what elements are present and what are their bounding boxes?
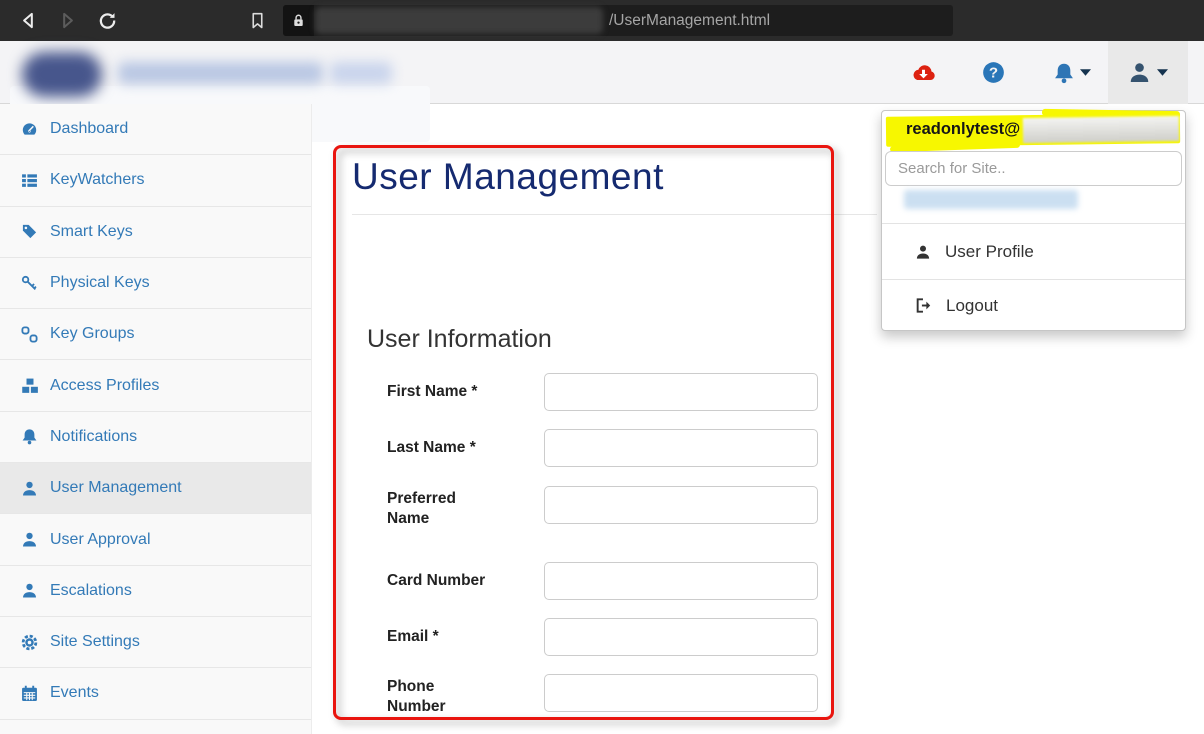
- site-search-input[interactable]: [885, 151, 1182, 186]
- sidebar-item-smart-keys[interactable]: Smart Keys: [0, 207, 311, 258]
- logo-redaction-oval: [22, 52, 102, 97]
- sidebar-item-site-settings[interactable]: Site Settings: [0, 617, 311, 668]
- logo-redaction-text: [118, 62, 323, 84]
- reload-icon[interactable]: [89, 0, 125, 41]
- phone-number-field[interactable]: [544, 674, 818, 712]
- sidebar-item-label: Dashboard: [50, 120, 128, 138]
- user-icon: [1128, 61, 1151, 84]
- cubes-icon: [21, 377, 50, 395]
- tag-icon: [21, 223, 50, 240]
- user-dropdown-menu: readonlytest@ User Profile Logout: [881, 110, 1186, 331]
- sidebar-item-label: Notifications: [50, 428, 137, 446]
- sidebar-item-label: Access Profiles: [50, 377, 159, 395]
- phone-number-label: Phone Number: [387, 677, 491, 717]
- email-label: Email *: [387, 627, 491, 647]
- sidebar-item-label: Events: [50, 684, 99, 702]
- question-circle-icon: ?: [982, 61, 1005, 84]
- calendar-icon: [21, 685, 50, 702]
- help-button[interactable]: ?: [973, 41, 1013, 104]
- notifications-button[interactable]: [1042, 41, 1102, 104]
- title-divider: [352, 214, 877, 215]
- logout-menu-item[interactable]: Logout: [882, 280, 1185, 331]
- sidebar-item-label: Key Groups: [50, 325, 134, 343]
- logout-label: Logout: [946, 296, 998, 316]
- sidebar-item-access-profiles[interactable]: Access Profiles: [0, 360, 311, 411]
- card-number-field[interactable]: [544, 562, 818, 600]
- last-name-label: Last Name *: [387, 438, 491, 458]
- email-field[interactable]: [544, 618, 818, 656]
- site-name-redaction: [904, 190, 1078, 209]
- sidebar-item-notifications[interactable]: Notifications: [0, 412, 311, 463]
- svg-text:?: ?: [988, 65, 997, 82]
- sidebar-item-label: Escalations: [50, 582, 132, 600]
- logged-in-email: readonlytest@: [906, 120, 1020, 139]
- first-name-label: First Name *: [387, 382, 491, 402]
- chain-icon: [21, 326, 50, 343]
- sidebar-item-physical-keys[interactable]: Physical Keys: [0, 258, 311, 309]
- forward-icon[interactable]: [49, 0, 85, 41]
- sidebar-item-label: KeyWatchers: [50, 171, 145, 189]
- sidebar-item-label: User Approval: [50, 531, 151, 549]
- email-redaction: [1023, 116, 1179, 143]
- user-menu-button[interactable]: [1108, 41, 1188, 104]
- last-name-field[interactable]: [544, 429, 818, 467]
- preferred-name-label: Preferred Name: [387, 489, 491, 529]
- user-icon: [21, 582, 50, 599]
- dashboard-icon: [21, 121, 50, 138]
- gear-icon: [21, 634, 50, 651]
- sidebar-item-label: Smart Keys: [50, 223, 133, 241]
- sidebar-item-dashboard[interactable]: Dashboard: [0, 104, 311, 155]
- sidebar-item-events[interactable]: Events: [0, 668, 311, 719]
- sidebar-item-user-approval[interactable]: User Approval: [0, 514, 311, 565]
- bookmark-icon[interactable]: [239, 0, 275, 41]
- sidebar-item-label: Physical Keys: [50, 274, 150, 292]
- bell-icon: [1053, 62, 1075, 84]
- first-name-field[interactable]: [544, 373, 818, 411]
- list-icon: [21, 172, 50, 189]
- sidebar-item-label: Site Settings: [50, 633, 140, 651]
- back-icon[interactable]: [10, 0, 46, 41]
- card-number-label: Card Number: [387, 571, 491, 591]
- logout-icon: [915, 297, 932, 314]
- sidebar-item-escalations[interactable]: Escalations: [0, 566, 311, 617]
- preferred-name-field[interactable]: [544, 486, 818, 524]
- url-redaction: [315, 7, 603, 34]
- bell-icon: [21, 428, 50, 445]
- chevron-down-icon: [1080, 69, 1091, 76]
- page-title: User Management: [352, 156, 664, 198]
- user-icon: [915, 244, 931, 260]
- sidebar-item-user-management[interactable]: User Management: [0, 463, 311, 514]
- url-text: /UserManagement.html: [609, 0, 770, 41]
- lock-icon: [283, 5, 314, 36]
- sidebar-item-label: User Management: [50, 479, 182, 497]
- key-icon: [21, 275, 50, 292]
- screen: /UserManagement.html ?: [0, 0, 1204, 734]
- user-icon: [21, 531, 50, 548]
- sidebar-item-key-groups[interactable]: Key Groups: [0, 309, 311, 360]
- browser-toolbar: /UserManagement.html: [0, 0, 1204, 41]
- section-heading: User Information: [367, 325, 552, 354]
- user-profile-label: User Profile: [945, 242, 1034, 262]
- sidebar-item-keywatchers[interactable]: KeyWatchers: [0, 155, 311, 206]
- chevron-down-icon: [1157, 69, 1168, 76]
- user-icon: [21, 480, 50, 497]
- logo-redaction-text-2: [330, 62, 392, 84]
- cloud-download-icon: [910, 62, 937, 84]
- user-profile-menu-item[interactable]: User Profile: [882, 224, 1185, 279]
- sidebar: Dashboard KeyWatchers Smart Keys Physica…: [0, 104, 312, 734]
- download-button[interactable]: [903, 41, 943, 104]
